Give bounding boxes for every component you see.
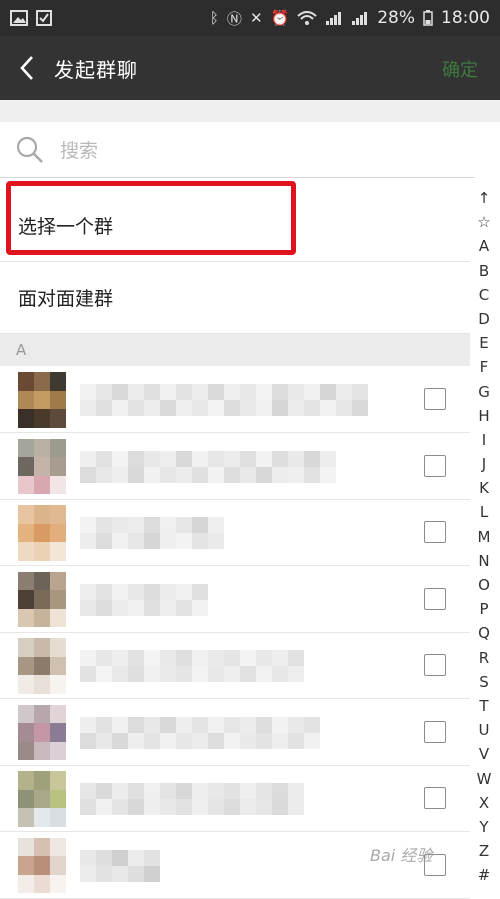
index-letter[interactable]: D bbox=[478, 307, 490, 331]
alarm-icon: ⏰ bbox=[270, 9, 290, 27]
battery-percent: 28% bbox=[377, 8, 415, 28]
contact-checkbox[interactable] bbox=[424, 720, 446, 743]
avatar bbox=[18, 771, 66, 827]
index-letter[interactable]: ☆ bbox=[477, 210, 490, 234]
index-letter[interactable]: V bbox=[479, 742, 489, 766]
face-to-face-group-item[interactable]: 面对面建群 bbox=[0, 262, 470, 334]
spacer-bar bbox=[0, 100, 500, 122]
index-letter[interactable]: M bbox=[478, 525, 491, 549]
index-letter[interactable]: C bbox=[479, 283, 489, 307]
contact-row[interactable] bbox=[0, 366, 470, 433]
clock: 18:00 bbox=[441, 8, 490, 28]
avatar bbox=[18, 438, 66, 495]
status-bar: ᛒ Ⓝ ✕ ⏰ 28% 18:00 bbox=[0, 0, 500, 36]
index-letter[interactable]: ↑ bbox=[478, 186, 491, 210]
index-letter[interactable]: J bbox=[482, 452, 486, 476]
contact-checkbox[interactable] bbox=[424, 654, 446, 676]
avatar bbox=[18, 704, 66, 761]
contact-name-blurred bbox=[80, 849, 160, 882]
avatar bbox=[18, 837, 66, 894]
index-letter[interactable]: R bbox=[479, 646, 489, 670]
image-icon bbox=[10, 10, 28, 26]
battery-icon bbox=[423, 10, 433, 26]
contact-name-blurred bbox=[80, 650, 304, 682]
avatar bbox=[18, 505, 66, 561]
bluetooth-icon: ᛒ bbox=[209, 9, 219, 27]
avatar bbox=[18, 638, 66, 694]
index-letter[interactable]: P bbox=[479, 597, 488, 621]
section-letter: A bbox=[16, 341, 27, 359]
index-letter[interactable]: # bbox=[478, 863, 491, 887]
contact-name-blurred bbox=[80, 384, 368, 416]
index-letter[interactable]: Q bbox=[478, 621, 490, 645]
nfc-icon: Ⓝ bbox=[226, 9, 242, 28]
index-letter[interactable]: X bbox=[479, 791, 489, 815]
page-title: 发起群聊 bbox=[54, 57, 138, 82]
contact-row[interactable] bbox=[0, 433, 470, 500]
alphabet-index[interactable]: ↑ ☆ A B C D E F G H I J K L M N O P Q R S T U V W X Y Z # bbox=[472, 186, 496, 886]
index-letter[interactable]: N bbox=[478, 549, 489, 573]
contact-checkbox[interactable] bbox=[424, 454, 446, 477]
contact-row[interactable] bbox=[0, 632, 470, 699]
index-letter[interactable]: T bbox=[479, 694, 488, 718]
contact-name-blurred bbox=[80, 450, 336, 483]
section-header: A bbox=[0, 334, 470, 366]
contact-checkbox[interactable] bbox=[424, 787, 446, 809]
contact-row[interactable] bbox=[0, 765, 470, 832]
contact-checkbox[interactable] bbox=[424, 587, 446, 610]
index-letter[interactable]: B bbox=[479, 259, 489, 283]
contact-row[interactable] bbox=[0, 499, 470, 566]
index-letter[interactable]: O bbox=[478, 573, 490, 597]
wifi-icon bbox=[297, 11, 317, 25]
index-letter[interactable]: H bbox=[478, 404, 489, 428]
contact-name-blurred bbox=[80, 716, 320, 749]
highlight-box bbox=[6, 181, 296, 255]
index-letter[interactable]: Z bbox=[479, 839, 489, 863]
index-letter[interactable]: E bbox=[479, 331, 488, 355]
face-to-face-group-label: 面对面建群 bbox=[18, 288, 114, 310]
mute-icon: ✕ bbox=[249, 9, 263, 27]
contact-checkbox[interactable] bbox=[424, 521, 446, 543]
signal-icon bbox=[325, 11, 343, 25]
index-letter[interactable]: W bbox=[477, 767, 492, 791]
index-letter[interactable]: F bbox=[480, 355, 489, 379]
chevron-left-icon bbox=[20, 56, 33, 80]
contact-name-blurred bbox=[80, 583, 208, 616]
index-letter[interactable]: G bbox=[478, 380, 490, 404]
search-bar[interactable]: 搜索 bbox=[0, 122, 475, 178]
avatar bbox=[18, 372, 66, 428]
search-input[interactable]: 搜索 bbox=[60, 136, 98, 163]
watermark: Bai 经验 bbox=[370, 846, 433, 865]
back-button[interactable] bbox=[0, 36, 54, 100]
index-letter[interactable]: A bbox=[479, 234, 489, 258]
contact-checkbox[interactable] bbox=[424, 388, 446, 410]
confirm-button[interactable]: 确定 bbox=[442, 56, 478, 82]
index-letter[interactable]: K bbox=[479, 476, 489, 500]
search-icon bbox=[16, 136, 43, 163]
signal-icon bbox=[351, 11, 369, 25]
top-toolbar: 发起群聊 确定 bbox=[0, 36, 500, 100]
checkbox-icon bbox=[36, 10, 52, 26]
index-letter[interactable]: I bbox=[482, 428, 486, 452]
avatar bbox=[18, 571, 66, 628]
index-letter[interactable]: L bbox=[480, 500, 488, 524]
contact-name-blurred bbox=[80, 517, 224, 549]
index-letter[interactable]: S bbox=[479, 670, 489, 694]
index-letter[interactable]: U bbox=[479, 718, 490, 742]
index-letter[interactable]: Y bbox=[479, 815, 488, 839]
contact-name-blurred bbox=[80, 783, 304, 815]
contact-row[interactable] bbox=[0, 699, 470, 766]
contact-row[interactable] bbox=[0, 566, 470, 633]
